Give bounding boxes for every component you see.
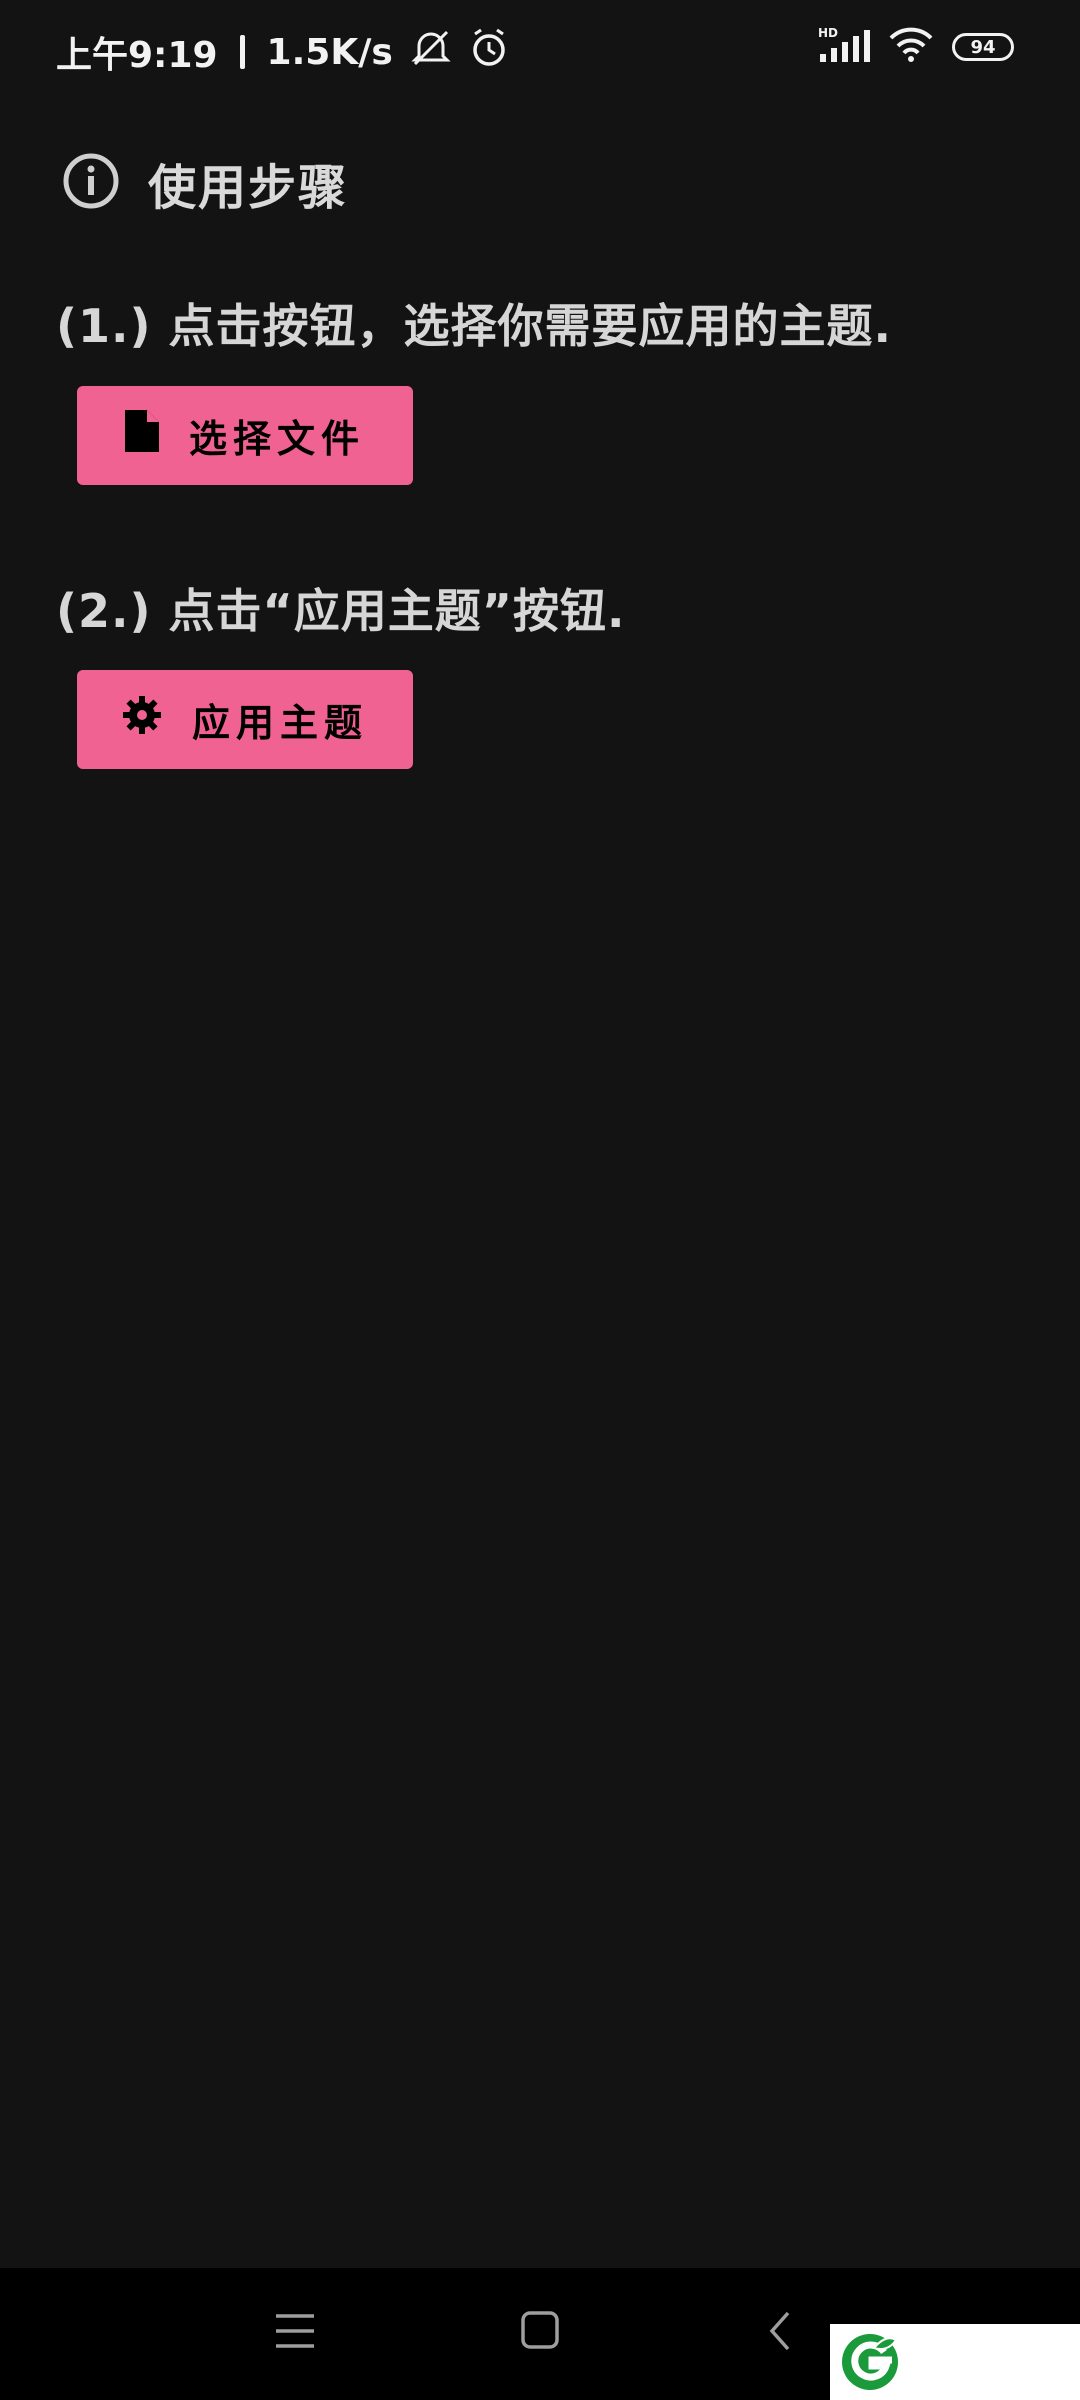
file-icon [124, 410, 159, 461]
status-time: 上午9:19 [56, 35, 218, 76]
watermark-logo-icon [838, 2330, 902, 2398]
status-bar: 上午9:19 1.5K/s HD 94 [0, 0, 1080, 110]
network-speed: 1.5K/s [266, 31, 393, 73]
status-right: HD 94 [816, 26, 1014, 68]
back-icon[interactable] [766, 2310, 794, 2356]
status-separator [239, 35, 245, 69]
watermark [830, 2324, 1080, 2400]
select-file-label: 选择文件 [188, 417, 365, 461]
menu-icon[interactable] [274, 2310, 316, 2356]
alarm-icon [469, 28, 509, 77]
mute-icon [409, 28, 453, 77]
home-icon[interactable] [520, 2310, 560, 2354]
select-file-button[interactable]: 选择文件 [77, 386, 413, 485]
gear-icon [122, 695, 162, 744]
apply-theme-button[interactable]: 应用主题 [77, 670, 413, 769]
page-title: 使用步骤 [148, 160, 349, 216]
info-icon [62, 152, 120, 214]
battery-indicator: 94 [952, 33, 1014, 61]
status-left: 上午9:19 1.5K/s [56, 26, 509, 78]
network-label: HD [818, 26, 838, 40]
signal-icon: HD [816, 26, 870, 68]
wifi-icon [888, 26, 934, 68]
apply-theme-label: 应用主题 [191, 701, 368, 745]
section-header: 使用步骤 [62, 148, 348, 218]
battery-level: 94 [970, 36, 996, 58]
step-2-text: (2.) 点击“应用主题”按钮. [56, 584, 626, 638]
step-1-text: (1.) 点击按钮，选择你需要应用的主题. [56, 299, 893, 353]
